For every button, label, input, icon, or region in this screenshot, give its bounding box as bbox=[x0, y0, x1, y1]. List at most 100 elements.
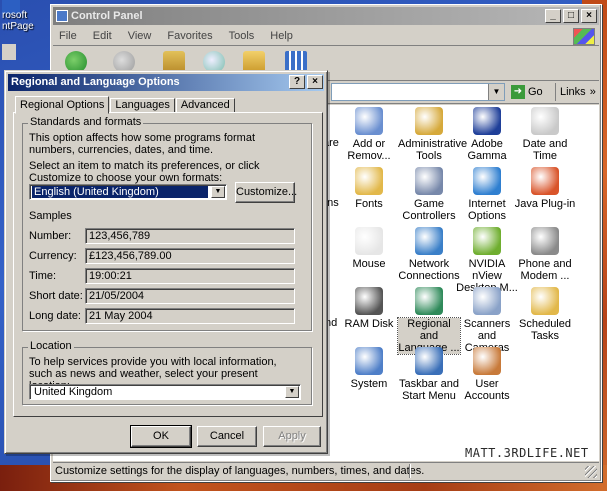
menu-bar: File Edit View Favorites Tools Help bbox=[53, 27, 599, 46]
control-panel-item[interactable]: NVIDIA nView Desktop M... bbox=[456, 227, 518, 294]
control-panel-item-label: Mouse bbox=[352, 258, 386, 270]
control-panel-item-label: User Accounts bbox=[464, 378, 510, 402]
tab-strip: Regional Options Languages Advanced bbox=[15, 96, 236, 114]
cancel-label: Cancel bbox=[209, 430, 245, 442]
control-panel-item-label: Scheduled Tasks bbox=[519, 318, 571, 342]
control-panel-item[interactable]: Network Connections bbox=[398, 227, 460, 282]
control-panel-item[interactable]: Mouse bbox=[338, 227, 400, 270]
control-panel-item[interactable]: Internet Options bbox=[456, 167, 518, 222]
sample-value: 21/05/2004 bbox=[85, 288, 295, 304]
customize-button[interactable]: Customize... bbox=[235, 182, 298, 203]
menu-tools[interactable]: Tools bbox=[229, 30, 255, 42]
desktop-icon-label: rosoft ntPage bbox=[2, 10, 34, 32]
chevron-down-icon[interactable]: ▼ bbox=[285, 386, 299, 398]
control-panel-item[interactable]: User Accounts bbox=[456, 347, 518, 402]
java-plugin-icon bbox=[531, 167, 559, 195]
standards-instruction: Select an item to match its preferences,… bbox=[29, 160, 260, 184]
control-panel-titlebar[interactable]: Control Panel _ □ × bbox=[53, 7, 599, 25]
sample-label: Long date: bbox=[29, 310, 81, 322]
control-panel-item[interactable]: Taskbar and Start Menu bbox=[398, 347, 460, 402]
window-title: Control Panel bbox=[71, 10, 143, 22]
administrative-tools-icon bbox=[415, 107, 443, 135]
location-select[interactable]: United Kingdom ▼ bbox=[29, 384, 301, 400]
fonts-folder-icon bbox=[355, 167, 383, 195]
sample-value: 19:00:21 bbox=[85, 268, 295, 284]
user-accounts-icon bbox=[473, 347, 501, 375]
control-panel-item-label: Taskbar and Start Menu bbox=[399, 378, 459, 402]
date-time-icon bbox=[531, 107, 559, 135]
format-select-value: English (United Kingdom) bbox=[32, 186, 208, 198]
control-panel-item-label: Phone and Modem ... bbox=[518, 258, 572, 282]
control-panel-item[interactable]: RAM Disk bbox=[338, 287, 400, 330]
regional-language-icon bbox=[415, 287, 443, 315]
control-panel-item[interactable]: Date and Time bbox=[514, 107, 576, 162]
resize-grip-icon[interactable] bbox=[585, 466, 597, 478]
windows-logo-icon bbox=[573, 28, 595, 45]
cancel-button[interactable]: Cancel bbox=[197, 426, 257, 447]
minimize-button[interactable]: _ bbox=[545, 9, 561, 23]
customize-label: Customize... bbox=[236, 186, 298, 198]
tab-regional-options[interactable]: Regional Options bbox=[15, 96, 110, 114]
dialog-title: Regional and Language Options bbox=[11, 76, 180, 88]
regional-language-dialog: Regional and Language Options ? × Region… bbox=[4, 70, 328, 454]
ok-button[interactable]: OK bbox=[130, 425, 192, 448]
chevron-down-icon[interactable]: ▼ bbox=[211, 186, 225, 198]
go-button[interactable]: ➜ Go bbox=[511, 83, 551, 101]
control-panel-item[interactable]: Add or Remov... bbox=[338, 107, 400, 162]
dialog-close-button[interactable]: × bbox=[307, 75, 323, 89]
desktop-shortcut-icon[interactable] bbox=[2, 44, 16, 60]
sample-value: 123,456,789 bbox=[85, 228, 295, 244]
control-panel-item-label: Internet Options bbox=[468, 198, 506, 222]
apply-button[interactable]: Apply bbox=[263, 426, 321, 447]
standards-formats-group: Standards and formats This option affect… bbox=[22, 116, 312, 331]
tab-advanced[interactable]: Advanced bbox=[175, 98, 235, 113]
address-dropdown-icon[interactable]: ▼ bbox=[488, 84, 504, 100]
control-panel-item[interactable]: Scheduled Tasks bbox=[514, 287, 576, 342]
menu-file[interactable]: File bbox=[59, 30, 77, 42]
samples-label: Samples bbox=[29, 210, 72, 222]
address-input[interactable]: ▼ bbox=[331, 83, 505, 101]
standards-description: This option affects how some programs fo… bbox=[29, 132, 256, 156]
control-panel-item-label: System bbox=[350, 378, 388, 390]
location-group: Location To help services provide you wi… bbox=[22, 340, 312, 405]
ram-disk-icon bbox=[355, 287, 383, 315]
control-panel-item[interactable]: Java Plug-in bbox=[514, 167, 576, 210]
control-panel-item[interactable]: Fonts bbox=[338, 167, 400, 210]
control-panel-item[interactable]: Adobe Gamma bbox=[456, 107, 518, 162]
menu-view[interactable]: View bbox=[128, 30, 152, 42]
tab-languages[interactable]: Languages bbox=[110, 98, 175, 113]
control-panel-item-label: Game Controllers bbox=[402, 198, 456, 222]
scheduled-tasks-icon bbox=[531, 287, 559, 315]
control-panel-item-label: Java Plug-in bbox=[514, 198, 576, 210]
system-icon bbox=[355, 347, 383, 375]
regional-options-panel: Standards and formats This option affect… bbox=[13, 112, 323, 417]
menu-favorites[interactable]: Favorites bbox=[167, 30, 212, 42]
help-button[interactable]: ? bbox=[289, 75, 305, 89]
nvidia-nview-icon bbox=[473, 227, 501, 255]
control-panel-item-label: RAM Disk bbox=[344, 318, 394, 330]
menu-edit[interactable]: Edit bbox=[93, 30, 112, 42]
control-panel-item[interactable]: System bbox=[338, 347, 400, 390]
mouse-icon bbox=[355, 227, 383, 255]
control-panel-item[interactable]: Game Controllers bbox=[398, 167, 460, 222]
close-button[interactable]: × bbox=[581, 9, 597, 23]
control-panel-item[interactable]: Scanners and Cameras bbox=[456, 287, 518, 354]
location-select-value: United Kingdom bbox=[34, 386, 113, 398]
links-button[interactable]: Links» bbox=[555, 83, 600, 101]
group-label: Standards and formats bbox=[28, 116, 144, 128]
internet-options-icon bbox=[473, 167, 501, 195]
sample-label: Short date: bbox=[29, 290, 83, 302]
links-label: Links bbox=[560, 86, 586, 98]
dialog-titlebar[interactable]: Regional and Language Options ? × bbox=[8, 74, 324, 91]
format-select[interactable]: English (United Kingdom) ▼ bbox=[29, 184, 227, 200]
control-panel-item[interactable]: Administrative Tools bbox=[398, 107, 467, 162]
group-label: Location bbox=[28, 340, 74, 352]
maximize-button[interactable]: □ bbox=[563, 9, 579, 23]
control-panel-item[interactable]: Regional and Language ... bbox=[397, 287, 461, 355]
control-panel-item-label: Adobe Gamma bbox=[467, 138, 507, 162]
menu-help[interactable]: Help bbox=[270, 30, 293, 42]
sample-label: Time: bbox=[29, 270, 57, 282]
control-panel-item[interactable]: Phone and Modem ... bbox=[514, 227, 576, 282]
sample-value: 21 May 2004 bbox=[85, 308, 295, 324]
apply-label: Apply bbox=[278, 430, 306, 442]
